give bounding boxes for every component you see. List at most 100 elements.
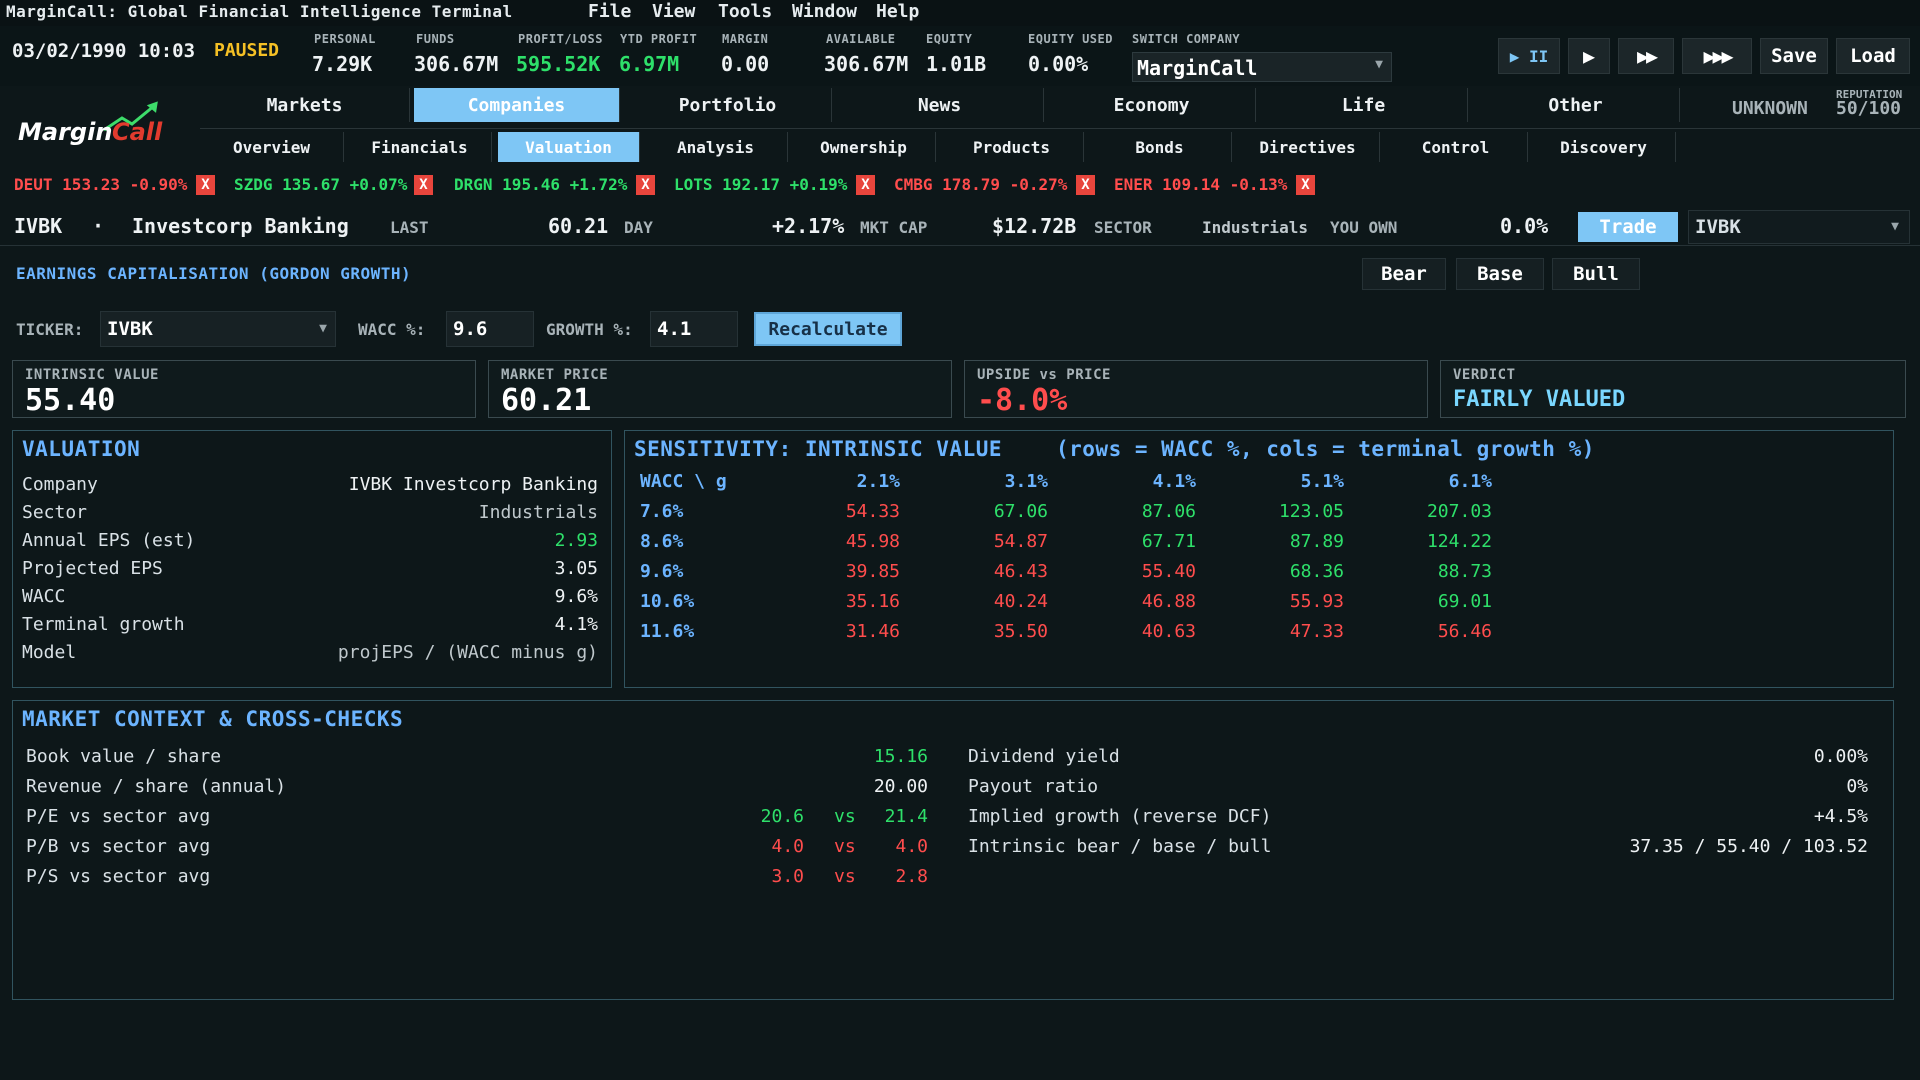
sensitivity-cell: 87.06 [1141,501,1196,522]
scenario-bear-button[interactable]: Bear [1362,258,1446,290]
sensitivity-cell: 54.87 [993,531,1048,552]
tab-discovery[interactable]: Discovery [1532,132,1676,162]
ticker-input-label: TICKER: [16,320,84,339]
context-row-value: 15.16 [873,746,928,767]
valuation-row-value: 3.05 [554,558,598,579]
tab-news[interactable]: News [836,88,1044,122]
play-speed-3-button[interactable]: ▶▶▶ [1682,38,1752,74]
scenario-bull-button[interactable]: Bull [1552,258,1640,290]
remove-watch-drgn-button[interactable]: X [636,175,655,195]
watch-drgn[interactable]: DRGN 195.46 +1.72% [454,175,627,194]
trade-button[interactable]: Trade [1578,212,1678,242]
menu-file[interactable]: File [588,1,631,22]
menu-view[interactable]: View [652,1,695,22]
sensitivity-row-header: 8.6% [640,531,684,552]
day-label: DAY [624,218,653,237]
context-row-value: +4.5% [1813,806,1868,827]
mktcap-label: MKT CAP [860,218,928,237]
valuation-row-label: Annual EPS (est) [22,530,196,551]
menu-window[interactable]: Window [792,1,857,22]
kpi-market-price: MARKET PRICE 60.21 [488,360,952,418]
watch-ener[interactable]: ENER 109.14 -0.13% [1114,175,1287,194]
profit-loss-value: 595.52K [516,52,601,76]
valuation-row-value: 9.6% [554,586,598,607]
ticker-input-value: IVBK [107,318,153,340]
stock-select[interactable]: IVBK ▼ [1688,210,1910,244]
tab-products[interactable]: Products [940,132,1084,162]
context-row-value-b: 4.0 [895,836,928,857]
ticker-input-select[interactable]: IVBK ▼ [100,311,336,347]
tab-ownership[interactable]: Ownership [792,132,936,162]
tab-control[interactable]: Control [1384,132,1528,162]
remove-watch-szdg-button[interactable]: X [414,175,433,195]
sensitivity-col-header: 6.1% [1448,471,1492,492]
growth-input[interactable]: 4.1 [650,311,738,347]
remove-watch-ener-button[interactable]: X [1296,175,1315,195]
watch-szdg[interactable]: SZDG 135.67 +0.07% [234,175,407,194]
tab-life[interactable]: Life [1260,88,1468,122]
tab-markets[interactable]: Markets [200,88,410,122]
context-row-label: Dividend yield [968,746,1120,767]
recalculate-button[interactable]: Recalculate [754,312,902,346]
sensitivity-row-header: 7.6% [640,501,684,522]
reputation-value: 50/100 [1836,98,1902,119]
menu-tools[interactable]: Tools [718,1,772,22]
pause-button[interactable]: ▶ II [1498,38,1560,74]
tab-analysis[interactable]: Analysis [644,132,788,162]
tab-other[interactable]: Other [1472,88,1680,122]
sensitivity-col-header: 2.1% [856,471,900,492]
equity-label: EQUITY [926,32,973,46]
sensitivity-cell: 207.03 [1426,501,1492,522]
sensitivity-row-header: 11.6% [640,621,695,642]
wacc-input[interactable]: 9.6 [446,311,534,347]
valuation-row-label: Company [22,474,98,495]
market-context-title: MARKET CONTEXT & CROSS-CHECKS [22,707,404,731]
save-button[interactable]: Save [1760,38,1828,74]
context-row-value: 37.35 / 55.40 / 103.52 [1629,836,1868,857]
switch-company-select[interactable]: MarginCall ▼ [1132,52,1392,82]
section-title: EARNINGS CAPITALISATION (GORDON GROWTH) [16,264,412,283]
menu-help[interactable]: Help [876,1,919,22]
sensitivity-cell: 123.05 [1278,501,1344,522]
switch-company-label: SWITCH COMPANY [1132,32,1241,46]
context-row-vs: vs [834,836,856,857]
context-row-value-a: 20.6 [760,806,804,827]
tab-bonds[interactable]: Bonds [1088,132,1232,162]
watch-cmbg[interactable]: CMBG 178.79 -0.27% [894,175,1067,194]
context-row-value-a: 3.0 [771,866,804,887]
tab-portfolio[interactable]: Portfolio [624,88,832,122]
sensitivity-cell: 54.33 [845,501,900,522]
watch-deut[interactable]: DEUT 153.23 -0.90% [14,175,187,194]
sector-label: SECTOR [1094,218,1152,237]
context-row-value-a: 4.0 [771,836,804,857]
remove-watch-cmbg-button[interactable]: X [1076,175,1095,195]
play-speed-2-button[interactable]: ▶▶ [1618,38,1674,74]
context-row-label: Implied growth (reverse DCF) [968,806,1272,827]
sensitivity-cell: 87.89 [1289,531,1344,552]
context-row-label: Payout ratio [968,776,1099,797]
tab-directives[interactable]: Directives [1236,132,1380,162]
remove-watch-lots-button[interactable]: X [856,175,875,195]
context-row-label: P/S vs sector avg [26,866,211,887]
margincall-logo: Margin Call [14,96,184,156]
scenario-base-button[interactable]: Base [1456,258,1544,290]
margin-label: MARGIN [722,32,769,46]
tab-overview[interactable]: Overview [200,132,344,162]
available-label: AVAILABLE [826,32,896,46]
sensitivity-cell: 35.16 [845,591,900,612]
tab-companies[interactable]: Companies [414,88,620,122]
sensitivity-col-header: 5.1% [1300,471,1344,492]
kpi-upside: UPSIDE vs PRICE -8.0% [964,360,1428,418]
remove-watch-deut-button[interactable]: X [196,175,215,195]
valuation-row-label: Sector [22,502,88,523]
watch-lots[interactable]: LOTS 192.17 +0.19% [674,175,847,194]
play-speed-1-button[interactable]: ▶ [1568,38,1610,74]
sensitivity-panel [624,430,1894,688]
tab-financials[interactable]: Financials [348,132,492,162]
load-button[interactable]: Load [1836,38,1910,74]
tab-valuation[interactable]: Valuation [498,132,640,162]
sensitivity-cell: 31.46 [845,621,900,642]
tab-economy[interactable]: Economy [1048,88,1256,122]
sector-value: Industrials [1202,218,1308,237]
context-row-label: Book value / share [26,746,222,767]
